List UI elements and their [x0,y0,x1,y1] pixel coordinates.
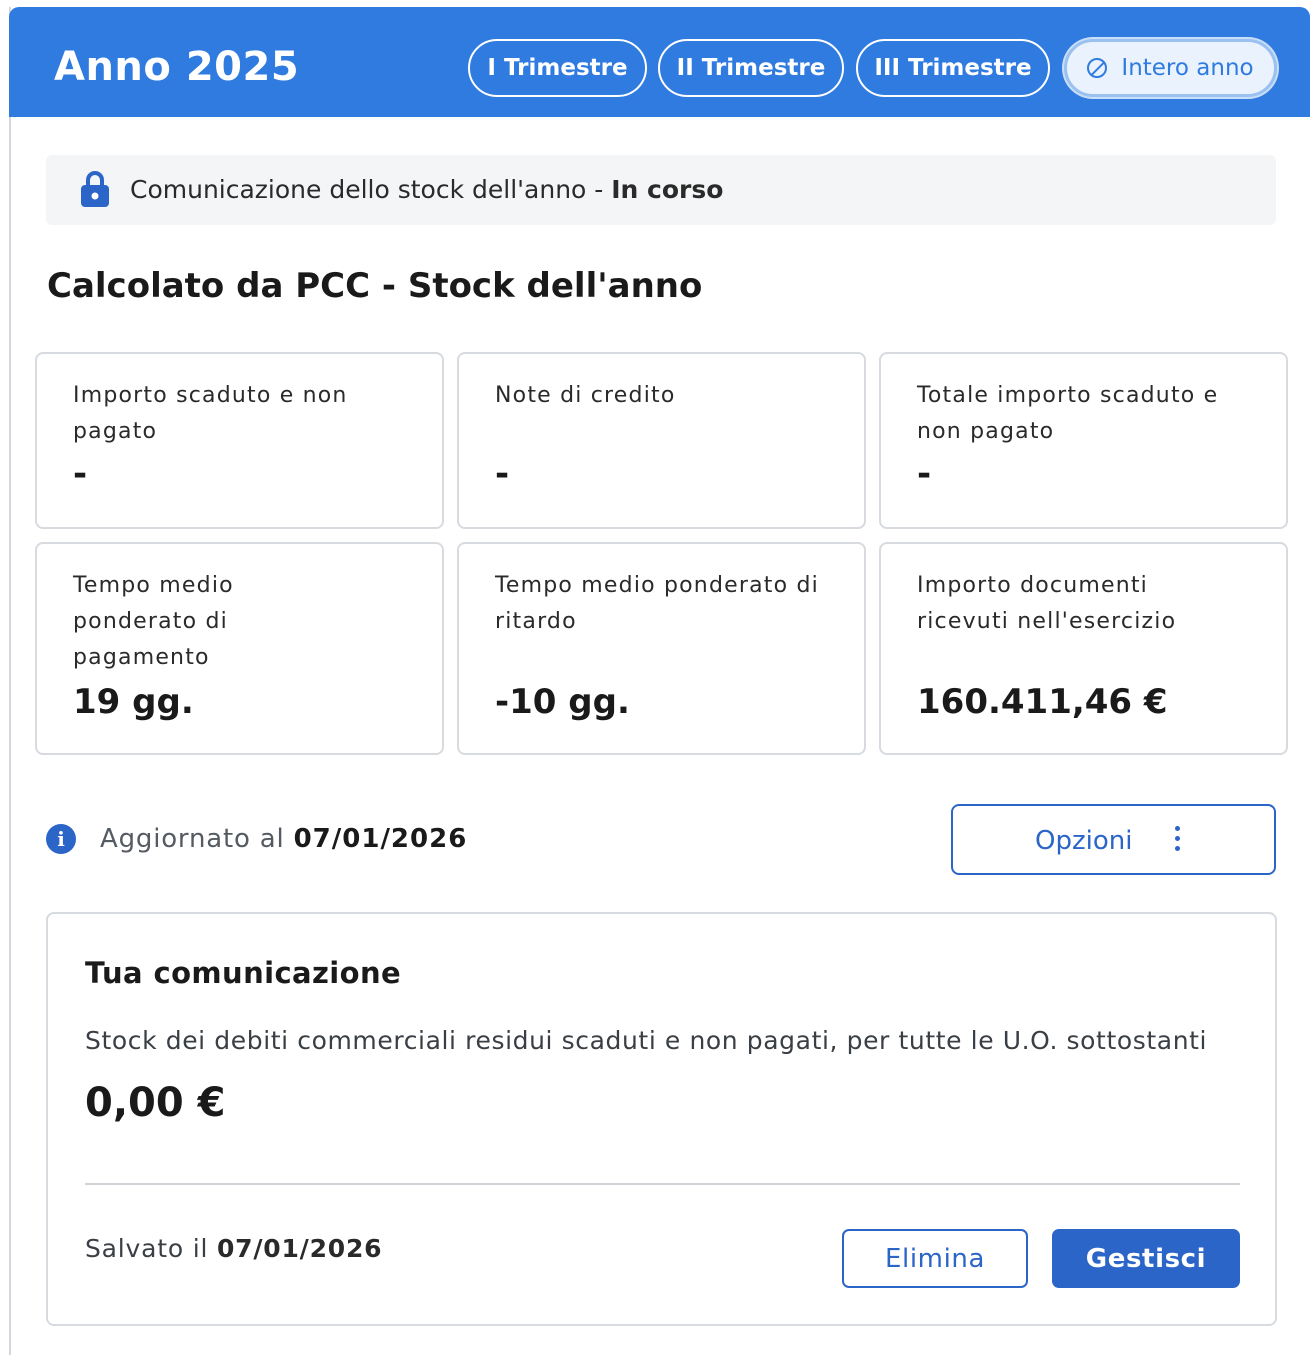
status-state: In corso [611,175,724,204]
lock-icon [81,171,109,207]
year-header: Anno 2025 I Trimestre II Trimestre III T… [9,7,1310,117]
card-tempo-ritardo: Tempo medio ponderato di ritardo -10 gg. [457,542,866,755]
tab-full-year-label: Intero anno [1121,55,1254,81]
tab-full-year[interactable]: Intero anno [1064,39,1277,97]
communication-amount: 0,00 € [85,1080,226,1126]
card-label: Note di credito [495,383,676,408]
kebab-menu-icon [1175,824,1181,854]
status-banner: Comunicazione dello stock dell'anno - In… [46,155,1276,225]
section-title: Calcolato da PCC - Stock dell'anno [47,266,703,306]
card-importo-scaduto: Importo scaduto e non pagato - [35,352,444,529]
communication-description: Stock dei debiti commerciali residui sca… [85,1026,1208,1055]
card-label: Totale importo scaduto e non pagato [917,383,1219,444]
divider [85,1183,1240,1185]
saved-label: Salvato il [85,1234,209,1263]
card-value: - [917,454,932,494]
card-label: Tempo medio ponderato di ritardo [495,573,819,634]
card-label: Importo documenti ricevuti nell'esercizi… [917,573,1177,634]
card-label: Importo scaduto e non pagato [73,383,348,444]
card-importo-documenti: Importo documenti ricevuti nell'esercizi… [879,542,1288,755]
info-icon: i [46,824,76,854]
saved-info: Salvato il 07/01/2026 [85,1234,382,1263]
card-tempo-pagamento: Tempo medio ponderato di pagamento 19 gg… [35,542,444,755]
updated-label: Aggiornato al [100,824,285,854]
manage-button[interactable]: Gestisci [1052,1229,1240,1288]
tab-q1[interactable]: I Trimestre [468,39,647,97]
updated-date: 07/01/2026 [293,824,468,854]
last-updated: Aggiornato al 07/01/2026 [100,824,467,854]
tab-q2[interactable]: II Trimestre [658,39,844,97]
card-value: 160.411,46 € [917,682,1168,722]
status-text: Comunicazione dello stock dell'anno - In… [130,175,723,204]
saved-date: 07/01/2026 [216,1234,383,1263]
card-value: - [495,454,510,494]
communication-panel: Tua comunicazione Stock dei debiti comme… [46,912,1277,1326]
delete-button[interactable]: Elimina [842,1229,1028,1288]
communication-title: Tua comunicazione [85,956,402,990]
options-button[interactable]: Opzioni [951,804,1276,875]
card-value: 19 gg. [73,682,194,722]
options-label: Opzioni [1035,826,1133,856]
card-value: -10 gg. [495,682,630,722]
card-value: - [73,454,88,494]
card-label: Tempo medio ponderato di pagamento [73,573,234,670]
card-note-credito: Note di credito - [457,352,866,529]
card-totale-importo: Totale importo scaduto e non pagato - [879,352,1288,529]
year-title: Anno 2025 [54,44,300,90]
tab-q3[interactable]: III Trimestre [856,39,1050,97]
status-description: Comunicazione dello stock dell'anno - [130,175,612,204]
no-entry-icon [1087,58,1108,78]
